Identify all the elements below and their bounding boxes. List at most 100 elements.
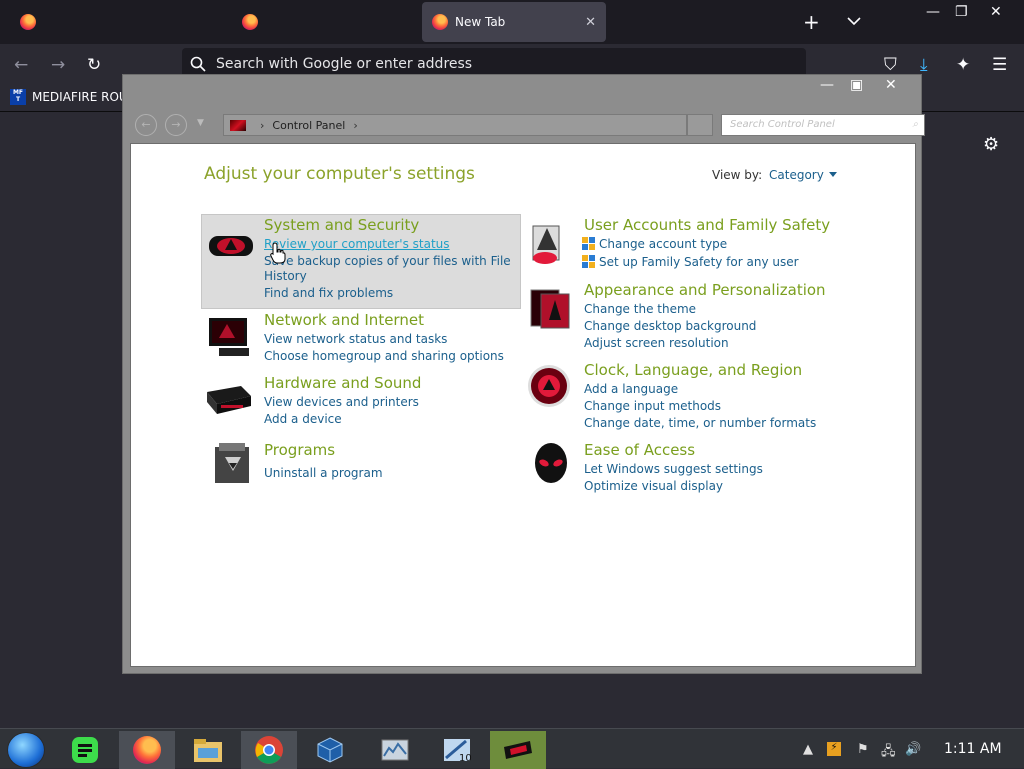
volume-icon[interactable]: 🔊	[905, 742, 921, 757]
taskbar-app-monitor[interactable]	[367, 731, 423, 769]
link-backup-files-cont[interactable]: History	[264, 269, 307, 283]
link-family-safety[interactable]: Set up Family Safety for any user	[582, 255, 799, 269]
link-windows-suggest[interactable]: Let Windows suggest settings	[584, 462, 763, 476]
control-panel-window: — ▣ ✕ ← → ▼ › Control Panel › Search Con…	[122, 74, 925, 674]
restore-icon[interactable]: ❐	[955, 4, 968, 20]
performance-monitor-icon	[381, 739, 409, 761]
search-icon: ⌕	[912, 119, 918, 130]
close-window-icon[interactable]: ✕	[990, 4, 1002, 20]
link-add-language[interactable]: Add a language	[584, 382, 678, 396]
link-change-account-type[interactable]: Change account type	[582, 237, 727, 251]
link-screen-resolution[interactable]: Adjust screen resolution	[584, 336, 729, 350]
reload-icon[interactable]: ↻	[87, 55, 101, 75]
download-icon[interactable]: ⤓	[920, 55, 928, 75]
browser-tab[interactable]	[10, 2, 46, 42]
category-title[interactable]: Ease of Access	[584, 441, 695, 459]
category-title[interactable]: Hardware and Sound	[264, 374, 421, 392]
minimize-icon[interactable]: —	[926, 4, 940, 20]
taskbar-app-chrome[interactable]	[241, 731, 297, 769]
gear-icon[interactable]: ⚙	[983, 134, 999, 155]
category-title[interactable]: User Accounts and Family Safety	[584, 216, 830, 234]
category-title[interactable]: Programs	[264, 441, 335, 459]
menu-icon[interactable]: ☰	[992, 55, 1007, 75]
forward-icon[interactable]: →	[51, 55, 65, 75]
link-input-methods[interactable]: Change input methods	[584, 399, 721, 413]
taskbar-app-firefox[interactable]	[119, 731, 175, 769]
view-by: View by: Category	[712, 168, 837, 182]
hand-cursor-icon	[270, 242, 286, 264]
chevron-down-icon[interactable]	[845, 12, 863, 30]
link-uninstall[interactable]: Uninstall a program	[264, 466, 383, 480]
system-clock[interactable]: 1:11 AM	[944, 741, 1002, 757]
breadcrumb-separator-icon: ›	[353, 118, 358, 132]
cp-close-icon[interactable]: ✕	[885, 77, 897, 93]
cp-maximize-icon[interactable]: ▣	[850, 77, 863, 93]
taskbar-app-explorer[interactable]	[180, 731, 236, 769]
breadcrumb-item[interactable]: Control Panel	[272, 119, 345, 132]
cp-refresh-button[interactable]	[687, 114, 713, 136]
mediafire-icon: MF T	[10, 89, 26, 105]
notes-app-icon	[72, 737, 98, 763]
control-panel-icon	[230, 119, 246, 131]
firefox-icon	[20, 14, 36, 30]
taskbar-app-upgrade[interactable]: 10	[429, 731, 485, 769]
category-title[interactable]: Clock, Language, and Region	[584, 361, 802, 379]
link-change-theme[interactable]: Change the theme	[584, 302, 696, 316]
url-placeholder: Search with Google or enter address	[216, 56, 473, 72]
firefox-icon	[133, 736, 161, 764]
bookmark-label: MEDIAFIRE ROUL	[32, 90, 135, 104]
breadcrumb-separator-icon: ›	[260, 118, 265, 132]
clock-region-icon	[528, 365, 570, 407]
page-title: Adjust your computer's settings	[204, 164, 475, 184]
extensions-icon[interactable]: ✦	[956, 55, 970, 75]
tray-expand-icon[interactable]: ▲	[803, 742, 813, 757]
cp-minimize-icon[interactable]: —	[820, 77, 834, 93]
firefox-icon	[242, 14, 258, 30]
dropdown-arrow-icon	[828, 172, 837, 177]
windows-10-upgrade-icon: 10	[444, 739, 472, 764]
start-button[interactable]	[7, 732, 45, 768]
browser-tab[interactable]	[232, 2, 268, 42]
svg-text:10: 10	[459, 753, 472, 764]
taskbar-app-control-panel[interactable]	[490, 731, 546, 769]
cp-history-chevron-icon[interactable]: ▼	[197, 118, 204, 128]
cp-back-icon[interactable]: ←	[135, 114, 157, 136]
taskbar-app-sheets[interactable]	[57, 731, 113, 769]
category-title[interactable]: Appearance and Personalization	[584, 281, 826, 299]
firefox-icon	[432, 14, 448, 30]
folder-icon	[194, 739, 222, 762]
link-desktop-background[interactable]: Change desktop background	[584, 319, 756, 333]
new-tab-button[interactable]: +	[803, 10, 820, 34]
link-network-status[interactable]: View network status and tasks	[264, 332, 447, 346]
tray-app-icon[interactable]: ⚡	[827, 742, 841, 756]
cp-address-bar: ← → ▼ › Control Panel › Search Control P…	[135, 112, 925, 140]
back-icon[interactable]: ←	[14, 55, 28, 75]
hardware-sound-icon	[207, 386, 251, 414]
category-title[interactable]: Network and Internet	[264, 311, 424, 329]
cp-search-input[interactable]: Search Control Panel ⌕	[721, 114, 925, 136]
breadcrumb[interactable]: › Control Panel ›	[223, 114, 687, 136]
link-optimize-display[interactable]: Optimize visual display	[584, 479, 723, 493]
link-review-status[interactable]: Review your computer's status	[264, 237, 450, 251]
pocket-icon[interactable]: ⛉	[884, 55, 897, 75]
bookmark-mediafire[interactable]: MF T MEDIAFIRE ROUL	[10, 89, 134, 105]
browser-tab-active[interactable]: New Tab ✕	[422, 2, 606, 42]
cp-forward-icon[interactable]: →	[165, 114, 187, 136]
link-devices-printers[interactable]: View devices and printers	[264, 395, 419, 409]
taskbar: 10 ▲ ⚡ ⚑ 🖧 🔊 1:11 AM	[0, 728, 1024, 769]
search-icon	[190, 56, 206, 72]
link-backup-files[interactable]: Save backup copies of your files with Fi…	[264, 254, 511, 268]
view-by-label: View by:	[712, 168, 763, 182]
close-tab-icon[interactable]: ✕	[585, 15, 596, 30]
browser-tab-strip: New Tab ✕ + — ❐ ✕	[0, 0, 1024, 44]
link-homegroup[interactable]: Choose homegroup and sharing options	[264, 349, 504, 363]
category-title[interactable]: System and Security	[264, 216, 419, 234]
network-icon[interactable]: 🖧	[881, 742, 896, 764]
link-date-time-formats[interactable]: Change date, time, or number formats	[584, 416, 816, 430]
taskbar-app-virtualbox[interactable]	[302, 731, 358, 769]
action-center-flag-icon[interactable]: ⚑	[857, 742, 869, 757]
link-add-device[interactable]: Add a device	[264, 412, 342, 426]
control-panel-icon	[504, 741, 532, 759]
view-by-dropdown[interactable]: Category	[769, 168, 837, 182]
link-find-fix[interactable]: Find and fix problems	[264, 286, 393, 300]
